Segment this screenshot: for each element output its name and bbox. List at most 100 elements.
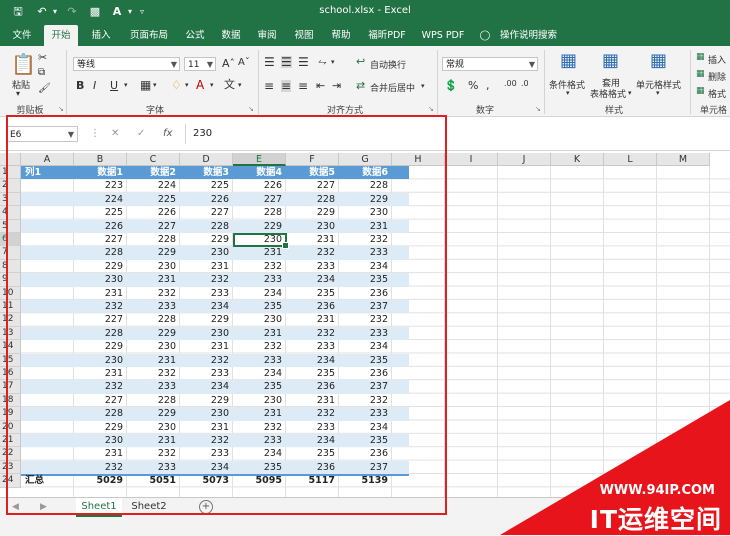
group-label-number: 数字 bbox=[475, 106, 494, 116]
tab-view[interactable]: 视图 bbox=[287, 25, 321, 46]
column-header[interactable]: M bbox=[657, 153, 710, 166]
increase-font-icon[interactable]: Aˆ bbox=[222, 58, 235, 69]
font-launcher-icon[interactable]: ↘ bbox=[248, 105, 254, 113]
tab-page-layout[interactable]: 页面布局 bbox=[124, 25, 174, 46]
decrease-font-icon[interactable]: Aˇ bbox=[238, 58, 250, 68]
separator bbox=[66, 50, 67, 114]
increase-decimal-icon[interactable]: .00 bbox=[504, 80, 517, 88]
align-right-icon[interactable]: ≡ bbox=[298, 80, 308, 92]
format-cells-button[interactable]: 格式 bbox=[708, 87, 726, 100]
phonetic-icon[interactable]: 文 bbox=[224, 79, 235, 90]
merge-center-icon[interactable]: ⇄ bbox=[356, 80, 365, 91]
increase-indent-icon[interactable]: ⇥ bbox=[332, 80, 341, 91]
number-format-select[interactable]: 常规 ▼ bbox=[442, 57, 538, 71]
cell-styles-icon[interactable]: ▦ bbox=[650, 52, 667, 70]
italic-icon[interactable]: I bbox=[93, 80, 96, 91]
delete-cells-icon[interactable]: ▦ bbox=[696, 70, 705, 79]
column-header[interactable]: I bbox=[445, 153, 498, 166]
tab-help[interactable]: 帮助 bbox=[324, 25, 358, 46]
cut-icon[interactable]: ✂ bbox=[38, 52, 47, 63]
cond-format-dropdown-icon[interactable]: ▾ bbox=[566, 90, 570, 97]
align-top-icon[interactable]: ☰ bbox=[264, 56, 275, 68]
tab-data[interactable]: 数据 bbox=[214, 25, 248, 46]
ribbon-tabs: 文件 开始 插入 页面布局 公式 数据 审阅 视图 帮助 福昕PDF WPS P… bbox=[0, 25, 730, 46]
phonetic-dropdown-icon[interactable]: ▾ bbox=[238, 82, 242, 89]
insert-cells-button[interactable]: 插入 bbox=[708, 53, 726, 66]
tab-wps-pdf[interactable]: WPS PDF bbox=[417, 25, 469, 46]
wrap-text-icon[interactable]: ↩ bbox=[356, 56, 365, 67]
alignment-launcher-icon[interactable]: ↘ bbox=[428, 105, 434, 113]
borders-icon[interactable]: ▦ bbox=[140, 79, 151, 91]
font-size-select[interactable]: 11 ▼ bbox=[184, 57, 216, 71]
font-color-icon[interactable]: A bbox=[196, 79, 204, 91]
group-label-cells: 单元格 bbox=[700, 106, 728, 116]
watermark-text: IT运维空间 bbox=[589, 505, 722, 534]
accounting-format-icon[interactable]: 💲 bbox=[444, 80, 458, 91]
paste-dropdown-icon[interactable]: ▾ bbox=[16, 90, 20, 98]
copy-icon[interactable]: ⧉ bbox=[38, 68, 45, 78]
merge-dropdown-icon[interactable]: ▾ bbox=[421, 83, 425, 90]
group-label-styles: 样式 bbox=[604, 106, 623, 116]
orientation-dropdown-icon[interactable]: ▾ bbox=[331, 59, 335, 66]
window-title: school.xlsx - Excel bbox=[319, 5, 411, 16]
tab-foxit-pdf[interactable]: 福昕PDF bbox=[363, 25, 411, 46]
font-name-select[interactable]: 等线 ▼ bbox=[73, 57, 180, 71]
watermark: WWW.94IP.COM IT运维空间 bbox=[470, 400, 730, 535]
title-bar: 🖫 ↶ ▾ ↷ ▩ A ▾ ▿ school.xlsx - Excel bbox=[0, 0, 730, 25]
format-as-table-icon[interactable]: ▦ bbox=[602, 52, 619, 70]
align-bottom-icon[interactable]: ☰ bbox=[298, 56, 309, 68]
delete-cells-button[interactable]: 删除 bbox=[708, 70, 726, 83]
paste-label[interactable]: 粘贴 bbox=[12, 78, 30, 91]
insert-cells-icon[interactable]: ▦ bbox=[696, 53, 705, 62]
conditional-formatting-icon[interactable]: ▦ bbox=[560, 52, 577, 70]
orientation-icon[interactable]: ⥊ bbox=[318, 56, 327, 67]
cell-styles-dropdown-icon[interactable]: ▾ bbox=[656, 90, 660, 97]
format-painter-icon[interactable]: 🖌 bbox=[38, 84, 51, 94]
watermark-url: WWW.94IP.COM bbox=[599, 483, 715, 498]
borders-dropdown-icon[interactable]: ▾ bbox=[153, 82, 157, 89]
table-format-dropdown-icon[interactable]: ▾ bbox=[628, 90, 632, 97]
separator bbox=[690, 50, 691, 114]
align-middle-icon[interactable]: ☰ bbox=[281, 56, 292, 68]
format-cells-icon[interactable]: ▦ bbox=[696, 87, 705, 96]
fill-color-dropdown-icon[interactable]: ▾ bbox=[185, 82, 189, 89]
column-header[interactable]: J bbox=[498, 153, 551, 166]
merge-center-button[interactable]: 合并后居中 bbox=[370, 81, 415, 94]
number-launcher-icon[interactable]: ↘ bbox=[535, 105, 541, 113]
ribbon: 📋 粘贴 ▾ ✂ ⧉ 🖌 剪贴板 ↘ 等线 ▼ 11 ▼ Aˆ Aˇ B I U… bbox=[0, 46, 730, 117]
chevron-down-icon: ▼ bbox=[528, 60, 535, 69]
tab-home[interactable]: 开始 bbox=[44, 25, 78, 46]
separator bbox=[437, 50, 438, 114]
highlight-frame bbox=[6, 115, 447, 515]
chevron-down-icon: ▼ bbox=[170, 60, 177, 69]
font-name-value: 等线 bbox=[77, 60, 96, 70]
decrease-decimal-icon[interactable]: .0 bbox=[521, 80, 529, 88]
underline-dropdown-icon[interactable]: ▾ bbox=[124, 82, 128, 89]
tab-file[interactable]: 文件 bbox=[6, 25, 38, 46]
align-left-icon[interactable]: ≡ bbox=[264, 80, 274, 92]
tab-review[interactable]: 审阅 bbox=[250, 25, 284, 46]
lightbulb-icon: ◯ bbox=[479, 30, 491, 41]
separator bbox=[258, 50, 259, 114]
clipboard-launcher-icon[interactable]: ↘ bbox=[58, 105, 64, 113]
chevron-down-icon: ▼ bbox=[206, 60, 213, 69]
font-color-dropdown-icon[interactable]: ▾ bbox=[210, 82, 214, 89]
underline-icon[interactable]: U bbox=[110, 80, 118, 91]
separator bbox=[544, 50, 545, 114]
align-center-icon[interactable]: ≡ bbox=[281, 80, 292, 92]
comma-style-icon[interactable]: , bbox=[486, 80, 490, 91]
column-header[interactable]: L bbox=[604, 153, 657, 166]
bold-icon[interactable]: B bbox=[76, 80, 84, 91]
wrap-text-button[interactable]: 自动换行 bbox=[370, 58, 406, 71]
number-format-value: 常规 bbox=[446, 60, 465, 70]
decrease-indent-icon[interactable]: ⇤ bbox=[316, 80, 325, 91]
tab-insert[interactable]: 插入 bbox=[84, 25, 118, 46]
percent-icon[interactable]: % bbox=[468, 80, 478, 91]
column-header[interactable]: K bbox=[551, 153, 604, 166]
fill-color-icon[interactable]: ♢ bbox=[171, 79, 182, 91]
font-size-value: 11 bbox=[188, 60, 200, 70]
paste-icon[interactable]: 📋 bbox=[11, 54, 36, 74]
format-as-table-line2[interactable]: 表格格式 bbox=[590, 87, 626, 100]
tab-formulas[interactable]: 公式 bbox=[178, 25, 212, 46]
tell-me-search[interactable]: 操作说明搜索 bbox=[500, 25, 570, 46]
